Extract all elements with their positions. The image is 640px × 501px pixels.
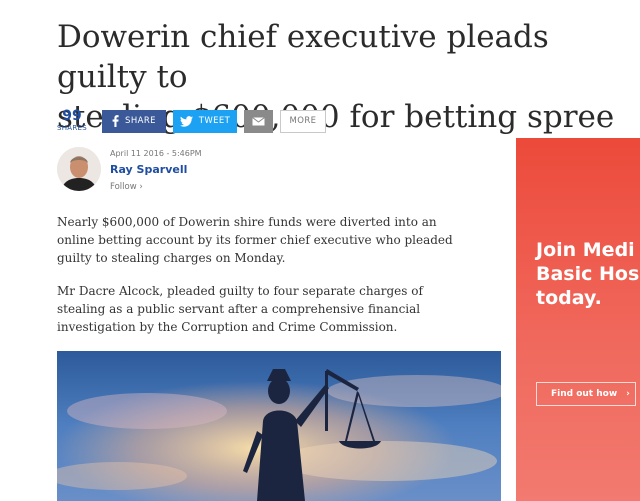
facebook-share-button[interactable]: SHARE — [102, 109, 166, 133]
headline-line-1: Dowerin chief executive pleads guilty to — [57, 19, 549, 95]
follow-link[interactable]: Follow › — [110, 182, 202, 192]
ad-headline-line-2: Basic Hos — [536, 263, 640, 285]
ad-cta-label: Find out how — [551, 389, 618, 399]
ad-headline-line-1: Join Medi — [536, 239, 635, 261]
publish-date: April 11 2016 - 5:46PM — [110, 149, 202, 158]
author-photo — [57, 147, 101, 191]
author-name-link[interactable]: Ray Sparvell — [110, 163, 202, 176]
lady-justice-statue-image — [57, 351, 501, 501]
follow-label: Follow — [110, 182, 137, 192]
article-paragraph-2: Mr Dacre Alcock, pleaded guilty to four … — [57, 284, 423, 334]
twitter-tweet-button[interactable]: TWEET — [173, 109, 237, 133]
byline: April 11 2016 - 5:46PM Ray Sparvell Foll… — [110, 149, 202, 192]
chevron-right-icon: › — [139, 182, 143, 192]
share-count-number: 99 — [62, 108, 82, 124]
ad-headline-line-3: today. — [536, 287, 602, 309]
share-bar: 99 SHARES SHARE TWEET MORE — [57, 108, 326, 134]
twitter-tweet-label: TWEET — [198, 116, 231, 126]
author-avatar[interactable] — [57, 147, 101, 191]
chevron-right-icon: › — [626, 389, 630, 399]
share-count-label: SHARES — [57, 124, 88, 132]
twitter-icon — [179, 115, 193, 127]
share-count: 99 SHARES — [57, 109, 87, 133]
ad-find-out-how-button[interactable]: Find out how › — [536, 382, 636, 406]
facebook-icon — [112, 115, 119, 127]
email-share-button[interactable] — [244, 109, 273, 133]
article-paragraph-1: Nearly $600,000 of Dowerin shire funds w… — [57, 215, 453, 265]
email-icon — [252, 116, 265, 125]
article-hero-image — [57, 351, 501, 501]
advertisement-banner[interactable]: Join Medi Basic Hos today. Find out how … — [516, 138, 640, 501]
facebook-share-label: SHARE — [125, 116, 156, 126]
more-share-button[interactable]: MORE — [280, 109, 326, 133]
